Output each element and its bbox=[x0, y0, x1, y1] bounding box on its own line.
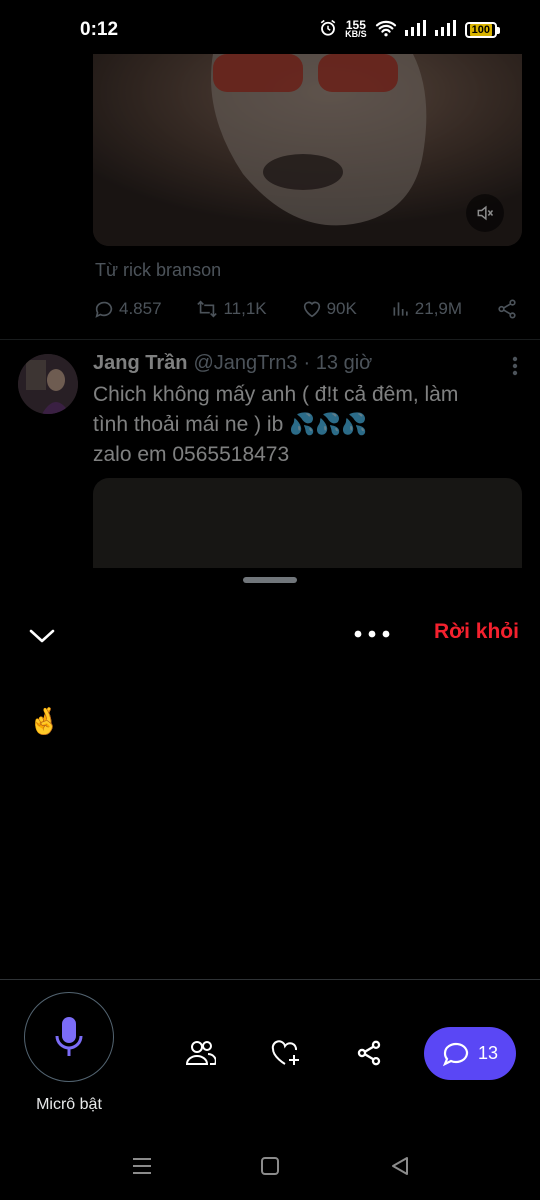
tweet-author-name[interactable]: Jang Trần bbox=[93, 352, 187, 375]
network-speed: 155 KB/S bbox=[345, 19, 367, 39]
comments-count: 13 bbox=[477, 1043, 499, 1063]
like-button[interactable]: 90K bbox=[301, 298, 357, 320]
timeline-feed: Từ rick branson 4.857 11,1K 90K 21,9M Ja… bbox=[0, 54, 540, 568]
more-options-button[interactable] bbox=[352, 620, 392, 648]
like-count: 90K bbox=[326, 299, 357, 318]
video-source-text: Từ rick branson bbox=[95, 260, 222, 280]
reply-icon bbox=[95, 301, 113, 318]
avatar[interactable] bbox=[18, 354, 78, 414]
people-icon bbox=[186, 1041, 216, 1065]
microphone-status-label: Micrô bật bbox=[36, 1096, 102, 1113]
battery-level: 100 bbox=[469, 24, 492, 36]
heart-icon bbox=[303, 301, 320, 318]
controls-divider bbox=[0, 979, 540, 980]
status-time: 0:12 bbox=[80, 19, 119, 40]
mute-button[interactable] bbox=[466, 194, 504, 232]
status-icons: 155 KB/S 100 bbox=[319, 19, 500, 42]
microphone-icon bbox=[55, 1017, 83, 1056]
battery-icon: 100 bbox=[464, 22, 500, 38]
signal-icon-1 bbox=[404, 19, 427, 41]
view-count: 21,9M bbox=[414, 299, 463, 318]
tweet-more-button[interactable] bbox=[512, 356, 518, 381]
share-button[interactable] bbox=[496, 298, 518, 320]
sheet-grab-handle[interactable] bbox=[243, 577, 297, 583]
reply-button[interactable]: 4.857 bbox=[93, 298, 162, 320]
microphone-button[interactable] bbox=[24, 992, 114, 1082]
speaker-reaction-emoji: 🤞 bbox=[28, 706, 61, 736]
retweet-icon bbox=[197, 300, 218, 318]
share-icon bbox=[498, 299, 516, 319]
home-button[interactable] bbox=[258, 1154, 282, 1178]
tweet-actions: 4.857 11,1K 90K 21,9M bbox=[93, 298, 518, 320]
heart-plus-icon bbox=[271, 1040, 299, 1065]
wifi-icon bbox=[375, 19, 397, 42]
space-sheet: Rời khỏi 🤞 Micrô bật 13 bbox=[0, 568, 540, 1200]
back-button[interactable] bbox=[388, 1154, 412, 1178]
vertical-dots-icon bbox=[512, 356, 518, 376]
tweet-author-handle[interactable]: @JangTrn3 bbox=[193, 352, 297, 375]
more-dots-icon bbox=[354, 630, 390, 638]
recent-apps-button[interactable] bbox=[130, 1154, 154, 1178]
system-nav-bar bbox=[0, 1140, 540, 1200]
reply-count: 4.857 bbox=[119, 299, 162, 318]
back-triangle-icon bbox=[392, 1157, 408, 1175]
comments-button[interactable]: 13 bbox=[424, 1027, 516, 1080]
status-bar: 0:12 155 KB/S 100 bbox=[0, 0, 540, 60]
tweet-media[interactable] bbox=[93, 478, 522, 568]
share-space-button[interactable] bbox=[352, 1036, 386, 1070]
react-button[interactable] bbox=[269, 1036, 303, 1070]
signal-icon-2 bbox=[434, 19, 457, 41]
leave-button[interactable]: Rời khỏi bbox=[434, 620, 519, 644]
menu-lines-icon bbox=[133, 1158, 151, 1174]
tweet-text: Chich không mấy anh ( đ!t cả đêm, làm tì… bbox=[93, 383, 459, 466]
share-icon bbox=[357, 1040, 381, 1066]
video-frame-image bbox=[93, 54, 522, 246]
video-media[interactable] bbox=[93, 54, 522, 246]
views-button[interactable]: 21,9M bbox=[391, 299, 462, 319]
avatar-image bbox=[18, 354, 78, 414]
collapse-button[interactable] bbox=[26, 620, 58, 652]
tweet-time: · 13 giờ bbox=[303, 352, 373, 374]
alarm-icon bbox=[319, 19, 337, 42]
muted-speaker-icon bbox=[477, 205, 494, 221]
tweet-header: Jang Trần @JangTrn3 · 13 giờ bbox=[93, 352, 372, 375]
network-speed-unit: KB/S bbox=[345, 29, 367, 39]
retweet-button[interactable]: 11,1K bbox=[195, 298, 267, 320]
participants-button[interactable] bbox=[184, 1036, 218, 1070]
retweet-count: 11,1K bbox=[223, 299, 267, 318]
chevron-down-icon bbox=[29, 629, 55, 643]
views-icon bbox=[393, 302, 408, 316]
tweet-divider bbox=[0, 339, 540, 340]
square-icon bbox=[261, 1157, 279, 1175]
chat-bubble-icon bbox=[442, 1042, 469, 1066]
